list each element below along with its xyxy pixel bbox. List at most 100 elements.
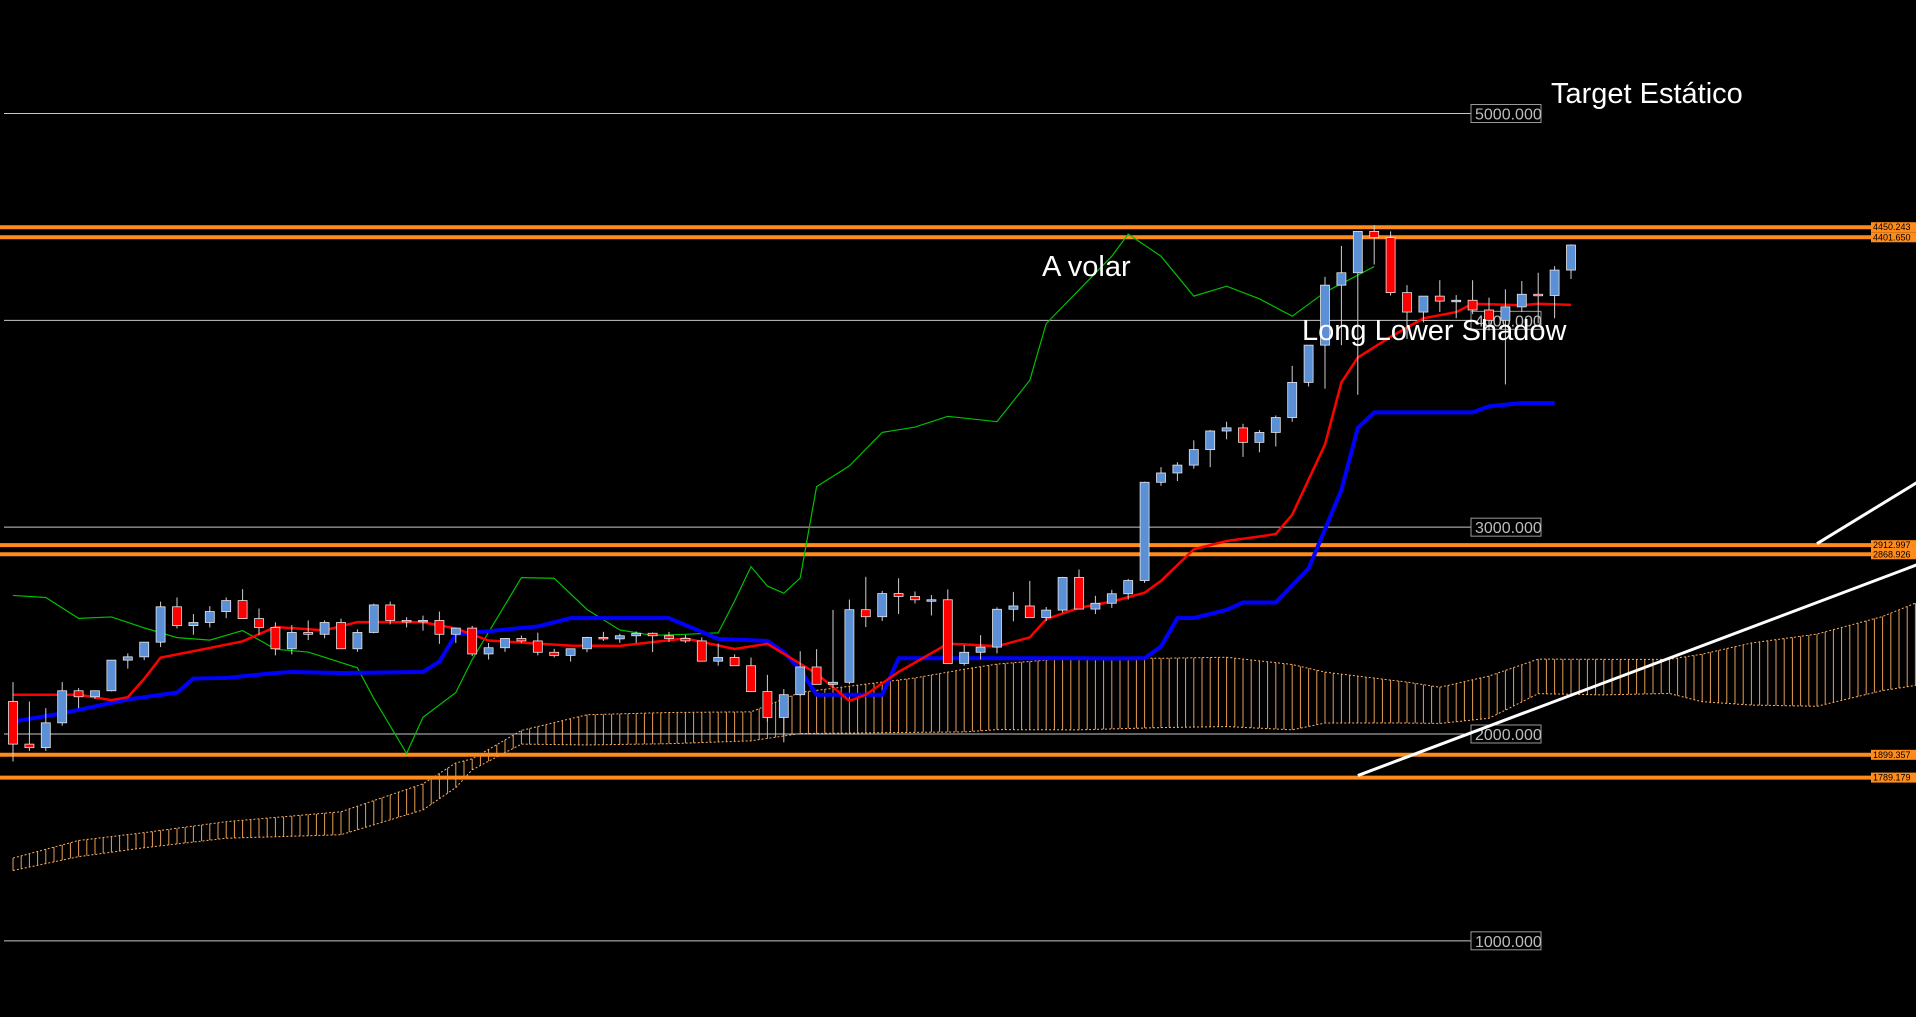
candle-body <box>860 609 871 618</box>
candle-body <box>1418 295 1429 313</box>
candle-body <box>172 606 182 627</box>
candle-body <box>24 743 35 749</box>
candle-body <box>139 641 150 658</box>
candle-body <box>319 622 330 635</box>
candle-body <box>1516 293 1527 308</box>
candle-body <box>1238 427 1248 443</box>
resistance-label: 2868.926 <box>1873 549 1911 559</box>
candle-body <box>664 635 674 639</box>
candle-body <box>204 611 215 623</box>
candle-body <box>713 657 724 662</box>
candle-body <box>188 622 199 627</box>
candle-body <box>1188 449 1199 466</box>
candle-body <box>746 665 756 692</box>
candle-body <box>828 681 838 685</box>
candle-body <box>1123 580 1134 595</box>
candle-body <box>1385 237 1396 294</box>
candle-body <box>8 701 18 745</box>
candle-body <box>303 632 314 635</box>
annotation-long-lower-shadow: Long Lower Shadow <box>1302 315 1567 347</box>
candle-body <box>1172 464 1183 474</box>
candlestick-chart: 5000.0004000.0003000.0002000.0001000.000… <box>0 0 1916 1017</box>
candle-body <box>368 604 379 633</box>
candle-body <box>614 635 625 640</box>
candle-body <box>844 609 855 683</box>
candle-body <box>237 600 248 619</box>
candle-body <box>893 593 904 597</box>
candle-body <box>500 638 510 649</box>
candle-body <box>106 659 117 692</box>
candle-body <box>696 640 707 662</box>
resistance-label: 1789.179 <box>1873 773 1911 783</box>
candle-body <box>73 690 84 698</box>
resistance-label: 4401.650 <box>1873 232 1911 242</box>
annotation-a-volar: A volar <box>1042 251 1131 283</box>
candle-body <box>336 622 346 650</box>
candle-body <box>1139 481 1150 581</box>
candle-body <box>1024 605 1035 618</box>
candle-body <box>1205 430 1216 450</box>
candle-body <box>1221 427 1232 432</box>
candle-body <box>762 691 773 718</box>
candle-body <box>1090 602 1101 610</box>
candle-body <box>516 638 527 642</box>
annotation-target: Target Estático <box>1551 78 1743 110</box>
level-label: 3000.000 <box>1475 520 1542 537</box>
candle-body <box>565 648 576 656</box>
candle-body <box>1467 299 1478 311</box>
candle-body <box>434 620 445 635</box>
candle-body <box>286 632 297 650</box>
candle-body <box>221 600 232 612</box>
resistance-label: 4450.243 <box>1873 222 1911 232</box>
candle-body <box>795 666 806 696</box>
candle-body <box>975 646 986 653</box>
candle-body <box>549 651 560 656</box>
candle-body <box>122 656 133 661</box>
candle-body <box>631 632 642 637</box>
candle-body <box>729 657 740 667</box>
candle-body <box>877 593 888 618</box>
level-label: 5000.000 <box>1475 107 1542 124</box>
candle-body <box>1106 593 1117 604</box>
candle-body <box>352 632 363 650</box>
candle-body <box>680 638 691 642</box>
candle-body <box>1369 230 1380 238</box>
level-label: 1000.000 <box>1475 934 1542 951</box>
candle-body <box>385 604 396 621</box>
candle-body <box>811 666 822 685</box>
candle-body <box>582 637 592 650</box>
level-label: 2000.000 <box>1475 727 1542 744</box>
candle-body <box>40 722 51 749</box>
candle-body <box>1434 295 1445 302</box>
candle-body <box>418 620 428 623</box>
candle-body <box>1287 381 1298 418</box>
candle-body <box>1533 293 1544 297</box>
candle-body <box>1336 272 1347 286</box>
resistance-label: 1899.357 <box>1873 750 1911 760</box>
candle-body <box>1270 417 1281 433</box>
candle-body <box>1549 269 1560 296</box>
candle-body <box>1566 244 1576 271</box>
candle-body <box>926 599 937 602</box>
candle-body <box>1074 577 1084 610</box>
candle-body <box>90 690 100 698</box>
candle-body <box>910 596 920 601</box>
candle-body <box>483 647 494 655</box>
candle-body <box>1057 577 1068 611</box>
candle-body <box>270 627 281 650</box>
candle-body <box>1254 432 1265 443</box>
candle-body <box>959 651 970 664</box>
candle-body <box>598 637 609 640</box>
candle-body <box>254 618 264 628</box>
candle-body <box>1041 609 1052 618</box>
candle-body <box>1402 292 1412 313</box>
candle-body <box>778 694 789 718</box>
candle-body <box>467 627 478 655</box>
candle-body <box>1008 605 1019 610</box>
candle-body <box>155 606 166 643</box>
candle-body <box>401 620 412 623</box>
candle-body <box>992 608 1002 648</box>
candle-body <box>532 640 543 653</box>
candle-body <box>450 627 461 635</box>
candle-body <box>57 690 68 724</box>
